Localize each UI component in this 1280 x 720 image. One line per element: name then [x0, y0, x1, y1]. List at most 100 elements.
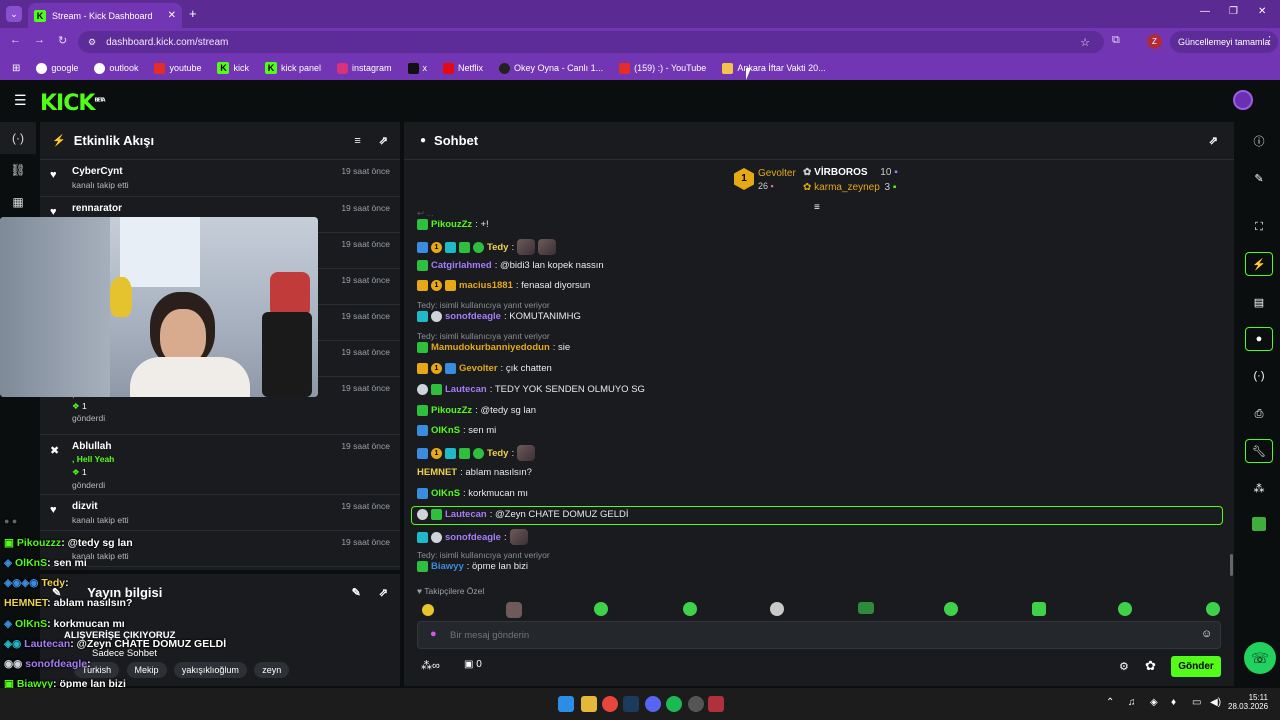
chat-message: sonofdeagle: KOMUTANIMHG: [417, 311, 581, 322]
edit-icon[interactable]: ✎: [352, 586, 361, 599]
apps-grid-icon[interactable]: ⊞: [6, 63, 26, 74]
url-field[interactable]: ⚙ dashboard.kick.com/stream ☆: [78, 31, 1104, 53]
broadcast-icon[interactable]: (·): [1245, 364, 1273, 388]
bookmark-star-icon[interactable]: ☆: [1080, 36, 1090, 49]
steam-icon[interactable]: [623, 696, 639, 712]
emote-icon[interactable]: [770, 602, 784, 616]
send-button[interactable]: Gönder: [1171, 656, 1221, 677]
user-avatar[interactable]: [1233, 90, 1253, 110]
site-info-icon[interactable]: ⚙: [88, 37, 96, 48]
chat-bubble-icon: ●: [420, 135, 427, 146]
bookmark-youtube[interactable]: youtube: [148, 62, 207, 74]
popout-icon[interactable]: ⇗: [379, 586, 388, 599]
support-chat-button[interactable]: ☏: [1244, 642, 1276, 674]
emote-icon[interactable]: [1118, 602, 1132, 616]
emote-icon: [509, 529, 528, 545]
popout-icon[interactable]: ⇗: [379, 134, 388, 147]
chat-input[interactable]: [450, 626, 1190, 644]
channel-points-icon[interactable]: ⁂∞: [421, 659, 440, 672]
bookmark-youtube-159[interactable]: (159) :) - YouTube: [613, 62, 712, 74]
tab-search-icon[interactable]: ⌄: [6, 6, 22, 22]
info-icon[interactable]: ⓘ: [1245, 129, 1273, 153]
reload-icon[interactable]: ↻: [58, 34, 67, 47]
discord-icon[interactable]: [645, 696, 661, 712]
stream-icon[interactable]: (·): [0, 122, 36, 154]
pencil-icon[interactable]: ✎: [1245, 166, 1273, 190]
new-tab-icon[interactable]: +: [189, 6, 197, 21]
kick-logo[interactable]: KICKBETA: [40, 91, 106, 116]
update-button[interactable]: Güncellemeyi tamamla: [1170, 31, 1278, 53]
hamburger-menu-icon[interactable]: ☰: [14, 92, 27, 109]
emote-icon[interactable]: [683, 602, 697, 616]
mic-tray-icon[interactable]: ♦: [1171, 697, 1176, 708]
close-tab-icon[interactable]: ✕: [168, 10, 176, 21]
emote-icon[interactable]: [944, 602, 958, 616]
fullscreen-icon[interactable]: ⛶: [1245, 215, 1273, 239]
activity-toggle-icon[interactable]: ⚡: [1245, 252, 1273, 276]
chrome-icon[interactable]: [602, 696, 618, 712]
network-icon[interactable]: ▭: [1192, 697, 1201, 708]
bookmark-ankara-iftar[interactable]: Ankara İftar Vakti 20...: [716, 62, 831, 74]
browser-menu-icon[interactable]: ⋮: [1264, 34, 1275, 47]
chat-settings-icon[interactable]: ⚙: [1119, 660, 1129, 673]
bookmark-outlook[interactable]: outlook: [88, 62, 144, 74]
back-icon[interactable]: ←: [10, 34, 21, 46]
collapse-leaderboard-icon[interactable]: ≡: [814, 202, 820, 213]
emote-icon[interactable]: [858, 602, 874, 614]
leaderboard-first-name[interactable]: Gevolter: [758, 168, 796, 179]
emote-icon[interactable]: [1032, 602, 1046, 616]
spotify-icon[interactable]: [666, 696, 682, 712]
analytics-icon[interactable]: ▦: [0, 186, 36, 218]
bookmark-x[interactable]: x: [402, 62, 434, 74]
profile-avatar[interactable]: Z: [1147, 34, 1162, 49]
wrench-icon[interactable]: 🔧︎: [1245, 439, 1273, 463]
tray-chevron-icon[interactable]: ⌃: [1106, 697, 1114, 708]
start-icon[interactable]: [558, 696, 574, 712]
maximize-icon[interactable]: ❐: [1229, 6, 1238, 17]
bookmark-netflix[interactable]: Netflix: [437, 62, 489, 74]
mouse-cursor: [746, 68, 751, 80]
link-icon[interactable]: ⛓: [0, 154, 36, 186]
file-explorer-icon[interactable]: [581, 696, 597, 712]
kicks-balance[interactable]: ▣ 0: [464, 659, 482, 670]
bookmark-kick-panel[interactable]: Kkick panel: [259, 62, 327, 74]
tag[interactable]: zeyn: [254, 662, 290, 678]
clock[interactable]: 15:11 28.03.2026: [1228, 693, 1268, 711]
tag[interactable]: Mekip: [126, 662, 167, 678]
overlay-faded-line: ● ●: [4, 516, 85, 526]
tag[interactable]: yakışıklıoğlum: [173, 662, 247, 678]
notes-icon[interactable]: ▤: [1245, 290, 1273, 314]
leaderboard-third[interactable]: ✿ karma_zeynep 3 ▪: [803, 182, 896, 193]
chat-input-box[interactable]: ● ☺: [417, 621, 1221, 649]
obs-icon[interactable]: [688, 696, 704, 712]
chat-toggle-icon[interactable]: ●: [1245, 327, 1273, 351]
emote-icon[interactable]: [422, 604, 434, 616]
filter-icon[interactable]: ≡: [354, 135, 360, 147]
extensions-icon[interactable]: ⧉: [1112, 34, 1120, 47]
bot-icon[interactable]: [1245, 512, 1273, 536]
bookmark-kick[interactable]: Kkick: [211, 62, 255, 74]
minimize-icon[interactable]: —: [1200, 6, 1210, 17]
leaderboard-second[interactable]: ✿ VİRBOROS 10 ▪: [803, 167, 898, 178]
app-icon[interactable]: [708, 696, 724, 712]
chat-message: 1 Gevolter: çık chatten: [417, 363, 552, 374]
emoji-icon[interactable]: ☺: [1201, 628, 1212, 640]
emote-icon[interactable]: [506, 602, 522, 618]
emote-icon[interactable]: [594, 602, 608, 616]
community-icon[interactable]: ⁂: [1245, 476, 1273, 500]
bookmark-okey[interactable]: Okey Oyna - Canlı 1...: [493, 62, 609, 74]
microphone-icon[interactable]: ●: [430, 628, 437, 640]
tab-kick-dashboard[interactable]: K Stream - Kick Dashboard ✕: [28, 3, 182, 28]
headset-icon[interactable]: ♫: [1128, 697, 1136, 708]
popout-icon[interactable]: ⇗: [1209, 134, 1218, 147]
emote-icon[interactable]: [1206, 602, 1220, 616]
printer-icon[interactable]: ⎙: [1245, 402, 1273, 426]
bookmark-google[interactable]: google: [30, 62, 84, 74]
close-window-icon[interactable]: ✕: [1258, 6, 1266, 17]
quick-emote-icon[interactable]: ✿: [1145, 658, 1156, 674]
steam-tray-icon[interactable]: ◈: [1150, 697, 1158, 708]
chat-scrollbar[interactable]: [1230, 554, 1233, 576]
volume-icon[interactable]: ◀): [1210, 697, 1221, 708]
forward-icon[interactable]: →: [34, 34, 45, 46]
bookmark-instagram[interactable]: instagram: [331, 62, 398, 74]
